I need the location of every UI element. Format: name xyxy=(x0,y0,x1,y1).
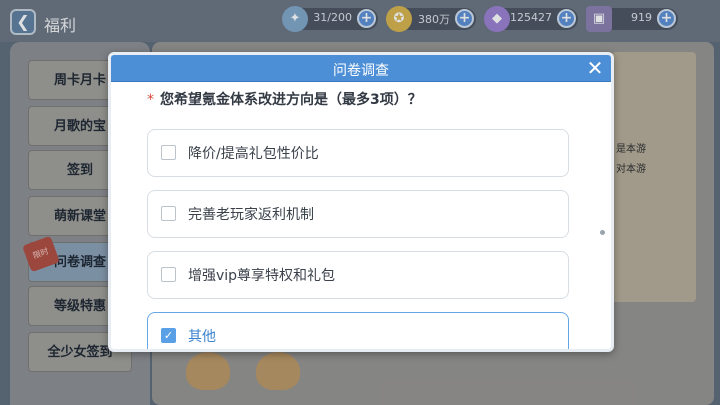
survey-option-lower-price[interactable]: 降价/提高礼包性价比 xyxy=(147,129,569,177)
question-text: 您希望氪金体系改进方向是（最多3项）？ xyxy=(160,92,422,108)
dialog-header: 问卷调查 ✕ xyxy=(111,55,611,82)
scrollbar-thumb[interactable] xyxy=(600,230,605,235)
checkbox[interactable] xyxy=(161,267,176,282)
option-label: 其他 xyxy=(188,329,216,345)
required-mark: * xyxy=(147,92,154,108)
survey-dialog: 问卷调查 ✕ * 您希望氪金体系改进方向是（最多3项）？ 降价/提高礼包性价比 完… xyxy=(108,52,614,352)
survey-option-other[interactable]: ✓ 其他 xyxy=(147,312,569,349)
checkbox[interactable] xyxy=(161,145,176,160)
option-label: 完善老玩家返利机制 xyxy=(188,207,314,223)
option-label: 增强vip尊享特权和礼包 xyxy=(188,268,336,284)
checkbox-checked[interactable]: ✓ xyxy=(161,328,176,343)
survey-question: * 您希望氪金体系改进方向是（最多3项）？ xyxy=(147,89,422,109)
survey-option-veteran-rebate[interactable]: 完善老玩家返利机制 xyxy=(147,190,569,238)
dialog-title: 问卷调查 xyxy=(333,63,389,79)
checkbox[interactable] xyxy=(161,206,176,221)
close-x-icon[interactable]: ✕ xyxy=(585,58,605,78)
survey-option-vip-privileges[interactable]: 增强vip尊享特权和礼包 xyxy=(147,251,569,299)
option-label: 降价/提高礼包性价比 xyxy=(188,146,319,162)
